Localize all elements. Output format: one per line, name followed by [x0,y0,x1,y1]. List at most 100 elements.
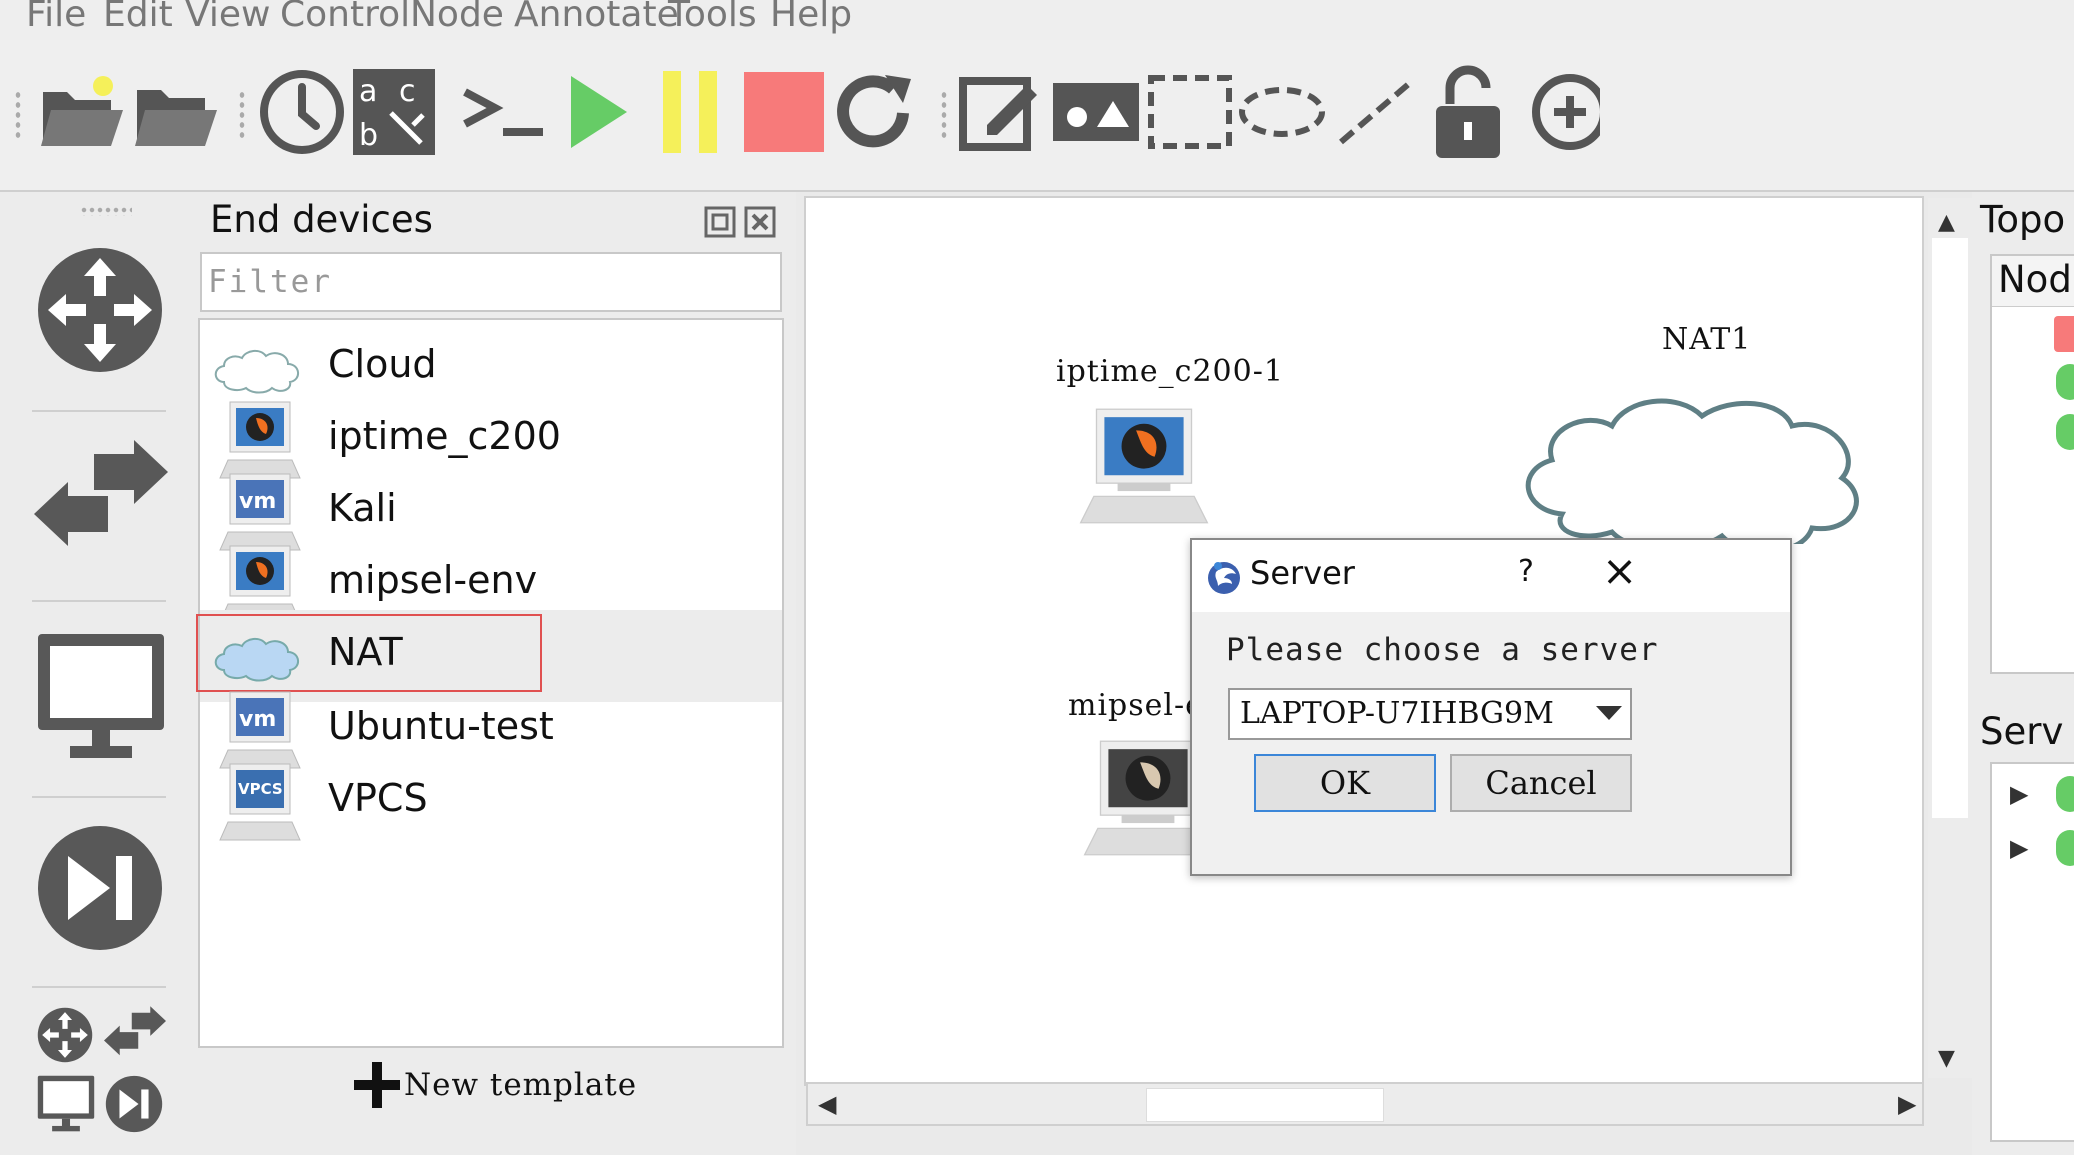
nodes-column-header: Nod [1998,258,2072,301]
dock-separator [32,410,166,412]
menu-view[interactable]: View [185,0,270,35]
list-item-label: iptime_c200 [328,414,561,458]
svg-text:a: a [359,74,377,109]
svg-text:c: c [399,74,416,109]
new-project-folder-icon[interactable] [32,62,132,162]
end-devices-panel: End devices Filter Cloud iptime_c200 vm … [196,192,796,1155]
stop-all-icon[interactable] [734,62,834,162]
server-dialog: Server ? × Please choose a server LAPTOP… [1190,538,1792,876]
menu-help[interactable]: Help [770,0,852,35]
draw-rectangle-icon[interactable] [1140,62,1240,162]
cloud-icon[interactable] [1522,374,1922,554]
server-status-icon [2056,776,2074,812]
dock-separator [32,986,166,988]
dock-grip[interactable] [80,206,132,216]
svg-text:VPCS: VPCS [238,780,283,798]
qemu-computer-icon[interactable] [1078,406,1210,526]
scroll-down-arrow-icon[interactable]: ▼ [1938,1046,1955,1071]
close-icon[interactable]: × [1602,546,1637,595]
security-devices-small-icon[interactable] [104,1074,164,1134]
right-dock: Topo Nod Serv ▶ ▶ [1972,192,2074,1155]
server-select-value: LAPTOP-U7IHBG9M [1240,696,1554,731]
device-template-list: Cloud iptime_c200 vm Kali mipsel-env NAT… [196,318,784,1048]
lock-unlock-icon[interactable] [1418,62,1518,162]
node-status-stopped-icon [2054,316,2074,352]
help-button[interactable]: ? [1518,554,1534,589]
list-item[interactable]: VPCS VPCS [200,756,782,848]
filter-input[interactable]: Filter [200,252,782,312]
servers-summary-title: Serv [1980,710,2064,753]
expand-arrow-icon[interactable]: ▶ [2010,834,2028,862]
svg-text:b: b [359,118,378,153]
server-select[interactable]: LAPTOP-U7IHBG9M [1228,688,1632,740]
vertical-scrollbar[interactable]: ▲ ▼ [1928,198,1972,1078]
list-item-label: VPCS [328,776,428,820]
draw-line-icon[interactable] [1326,62,1426,162]
end-devices-small-icon[interactable] [36,1074,96,1134]
dialog-title-bar[interactable]: Server ? × [1192,540,1790,612]
open-project-folder-icon[interactable] [126,62,226,162]
insert-picture-icon[interactable] [1046,62,1146,162]
list-item-label: Kali [328,486,397,530]
close-panel-icon[interactable] [744,206,776,238]
scroll-left-arrow-icon[interactable]: ◀ [818,1090,836,1118]
list-item-label: Ubuntu-test [328,704,554,748]
end-devices-category-icon[interactable] [34,630,168,764]
toolbar-grip[interactable] [940,90,948,140]
svg-text:vm: vm [239,707,276,732]
chevron-down-icon [1596,706,1622,720]
dock-separator [32,600,166,602]
menu-tools[interactable]: Tools [668,0,757,35]
menu-control[interactable]: Control [280,0,410,35]
topology-summary-list: Nod [1990,254,2074,674]
menu-edit[interactable]: Edit [103,0,173,35]
routers-small-icon[interactable] [36,1006,94,1064]
dialog-title: Server [1250,554,1355,592]
dock-separator [32,796,166,798]
security-devices-category-icon[interactable] [34,822,166,954]
new-template-button[interactable]: New template [352,1060,637,1110]
node-label: iptime_c200-1 [1056,354,1284,389]
console-all-icon[interactable] [454,62,554,162]
snapshot-clock-icon[interactable] [252,62,352,162]
node-status-running-icon [2056,364,2074,400]
scrollbar-thumb[interactable] [1932,238,1968,818]
reload-all-icon[interactable] [826,62,926,162]
servers-summary-list: ▶ ▶ [1990,762,2074,1142]
switches-small-icon[interactable] [104,1006,166,1062]
scroll-up-arrow-icon[interactable]: ▲ [1938,210,1955,235]
device-category-dock [0,192,198,1155]
node-status-running-icon [2056,414,2074,450]
routers-category-icon[interactable] [34,244,166,376]
menu-node[interactable]: Node [410,0,504,35]
menu-bar: File Edit View Control Node Annotate Too… [0,0,2074,40]
switches-category-icon[interactable] [34,440,168,560]
start-all-icon[interactable] [548,62,648,162]
show-interface-labels-icon[interactable]: acb [344,62,444,162]
scrollbar-thumb[interactable] [1146,1088,1384,1122]
main-toolbar: acb [0,40,2074,192]
new-template-label: New template [404,1067,638,1103]
menu-file[interactable]: File [26,0,86,35]
add-note-icon[interactable] [952,62,1052,162]
suspend-all-icon[interactable] [642,62,742,162]
toolbar-grip[interactable] [238,90,246,140]
draw-ellipse-icon[interactable] [1232,62,1332,162]
menu-annotate[interactable]: Annotate [514,0,679,35]
dialog-prompt: Please choose a server [1226,632,1659,668]
vpcs-computer-icon: VPCS [210,760,310,846]
float-panel-icon[interactable] [704,206,736,238]
list-item-label: Cloud [328,342,437,386]
scroll-right-arrow-icon[interactable]: ▶ [1898,1090,1916,1118]
server-status-icon [2056,830,2074,866]
zoom-in-icon[interactable] [1510,62,1610,162]
horizontal-scrollbar[interactable]: ◀ ▶ [806,1082,1924,1126]
list-item-label: mipsel-env [328,558,538,602]
panel-title: End devices [210,198,433,241]
ok-button[interactable]: OK [1254,754,1436,812]
node-label: mipsel-e [1068,688,1204,723]
cancel-button[interactable]: Cancel [1450,754,1632,812]
toolbar-grip[interactable] [14,90,22,140]
expand-arrow-icon[interactable]: ▶ [2010,780,2028,808]
node-label: NAT1 [1662,322,1752,357]
